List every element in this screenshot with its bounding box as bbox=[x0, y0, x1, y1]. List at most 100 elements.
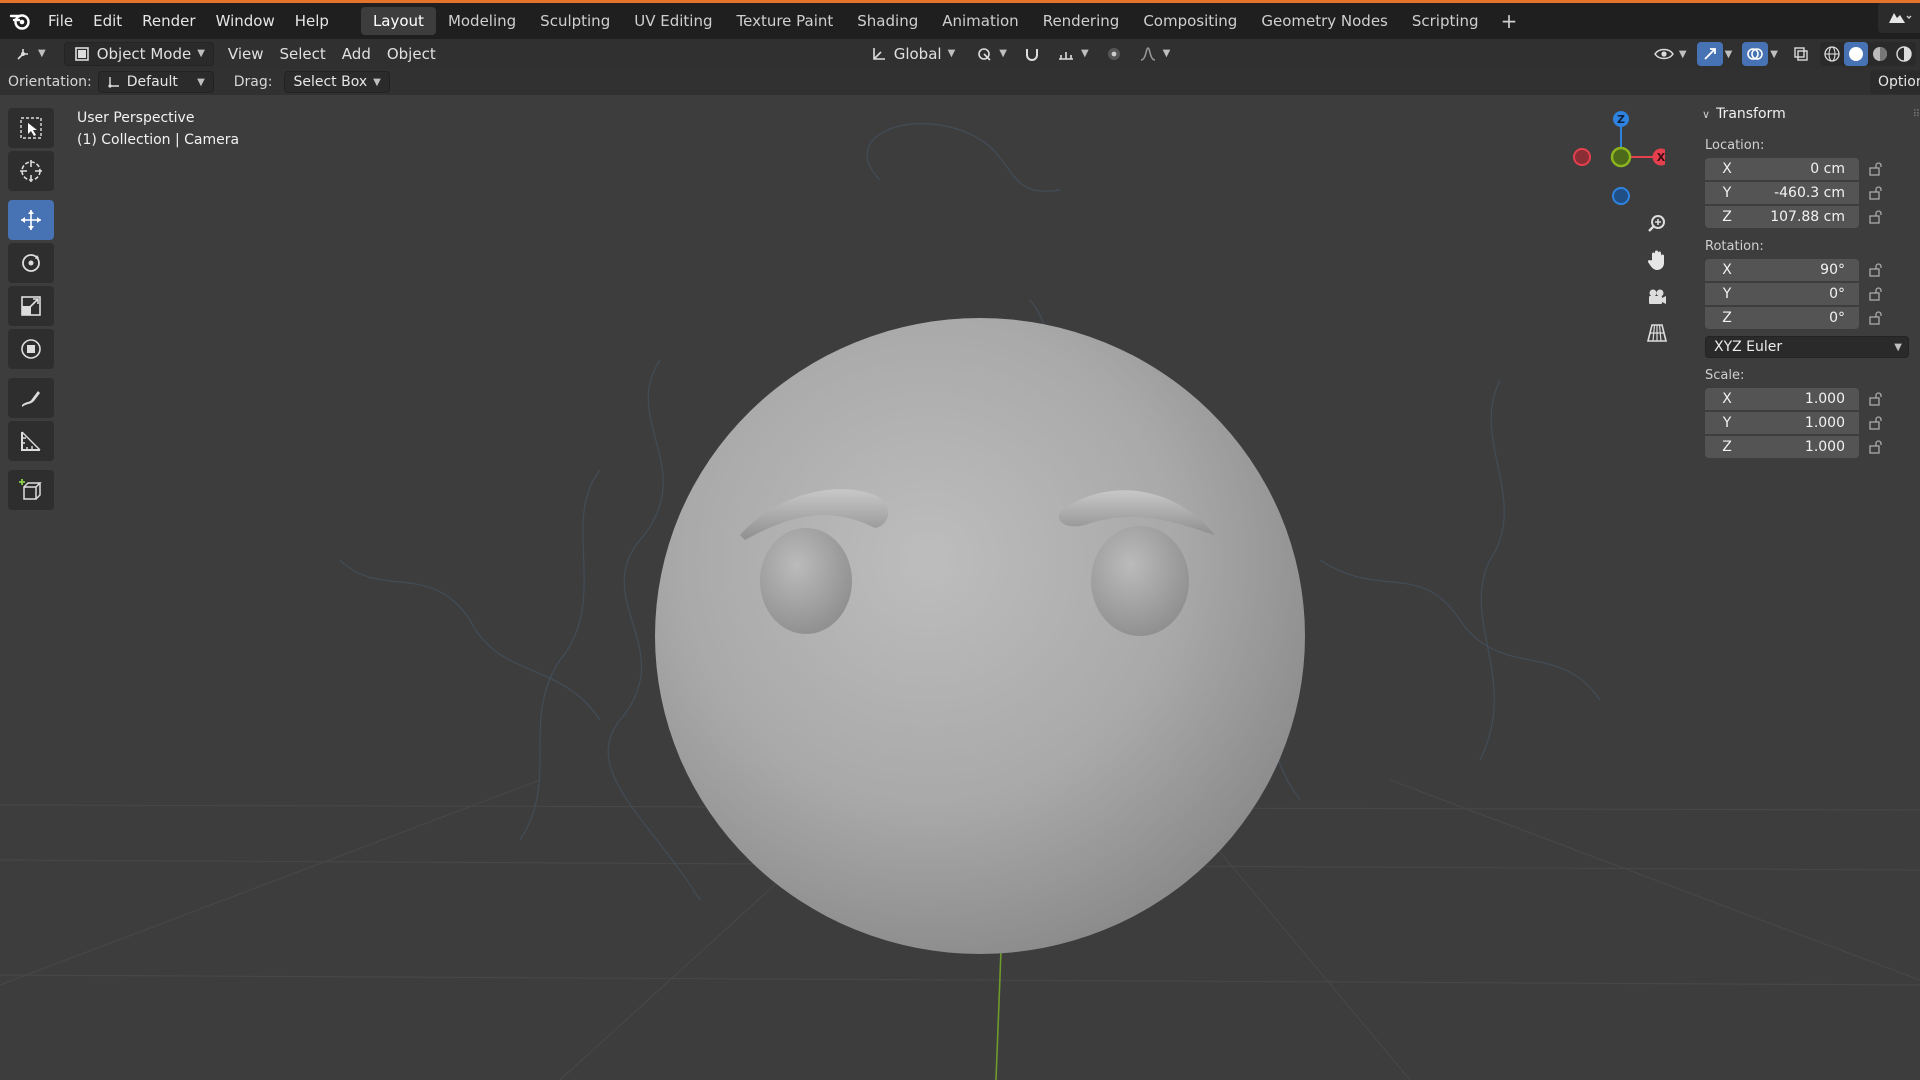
menu-render[interactable]: Render bbox=[132, 7, 205, 35]
snap-target-dropdown[interactable]: ▼ bbox=[1049, 42, 1097, 66]
pivot-point-button[interactable]: ▼ bbox=[967, 42, 1015, 66]
rotate-icon bbox=[22, 254, 40, 272]
chevron-down-icon[interactable]: ▼ bbox=[1770, 49, 1778, 60]
mode-label: Object Mode bbox=[96, 45, 192, 63]
lock-icon[interactable] bbox=[1859, 186, 1893, 200]
lock-icon[interactable] bbox=[1859, 263, 1893, 277]
overlays-icon[interactable] bbox=[1742, 42, 1769, 66]
cursor-tool[interactable] bbox=[8, 151, 54, 191]
orientation-axes-icon bbox=[872, 48, 885, 60]
rendered-shading-icon[interactable] bbox=[1892, 42, 1916, 66]
location-y-field[interactable]: Y -460.3 cm bbox=[1705, 182, 1859, 204]
tab-shading[interactable]: Shading bbox=[845, 7, 930, 35]
orientation-field-label: Orientation: bbox=[8, 74, 92, 90]
transform-orientation-dropdown[interactable]: Global ▼ bbox=[862, 42, 964, 66]
zoom-button[interactable] bbox=[1640, 209, 1674, 239]
move-tool[interactable] bbox=[8, 200, 54, 240]
tab-modeling[interactable]: Modeling bbox=[436, 7, 528, 35]
chevron-down-icon: ▼ bbox=[1162, 48, 1171, 59]
rotation-x-field[interactable]: X 90° bbox=[1705, 259, 1859, 281]
options-button[interactable]: Options bbox=[1870, 70, 1920, 94]
chevron-down-icon: ▼ bbox=[197, 48, 205, 59]
tab-geometry-nodes[interactable]: Geometry Nodes bbox=[1249, 7, 1400, 35]
visibility-eye-icon[interactable] bbox=[1651, 42, 1677, 66]
drag-handle-icon[interactable]: ⠿ bbox=[1913, 109, 1920, 120]
snap-toggle[interactable] bbox=[1015, 42, 1049, 66]
menu-file[interactable]: File bbox=[38, 7, 83, 35]
blender-logo-icon[interactable] bbox=[2, 3, 38, 39]
rotation-mode-dropdown[interactable]: XYZ Euler ▼ bbox=[1705, 336, 1909, 358]
chevron-down-icon: ▼ bbox=[38, 48, 46, 59]
lock-icon[interactable] bbox=[1859, 416, 1893, 430]
zoom-magnifier-icon bbox=[1648, 215, 1665, 232]
proportional-editing-toggle[interactable] bbox=[1097, 42, 1131, 66]
axis-label: Y bbox=[1722, 415, 1732, 431]
scale-y-field[interactable]: Y 1.000 bbox=[1705, 412, 1859, 434]
camera-icon bbox=[1649, 289, 1666, 304]
editor-type-button[interactable]: ▼ bbox=[6, 42, 54, 66]
select-box-tool[interactable] bbox=[8, 108, 54, 148]
tab-compositing[interactable]: Compositing bbox=[1131, 7, 1249, 35]
show-gizmo-icon[interactable] bbox=[1696, 42, 1723, 66]
transform-section-header[interactable]: ∨ Transform ⠿ bbox=[1696, 100, 1920, 128]
lock-icon[interactable] bbox=[1859, 440, 1893, 454]
tab-uv-editing[interactable]: UV Editing bbox=[622, 7, 724, 35]
tab-sculpting[interactable]: Sculpting bbox=[528, 7, 622, 35]
chevron-down-icon: ▼ bbox=[197, 76, 205, 88]
3d-viewport[interactable]: User Perspective (1) Collection | Camera bbox=[0, 95, 1920, 1080]
location-z-field[interactable]: Z 107.88 cm bbox=[1705, 206, 1859, 228]
tab-texture-paint[interactable]: Texture Paint bbox=[724, 7, 845, 35]
tab-layout[interactable]: Layout bbox=[360, 7, 436, 35]
menu-view[interactable]: View bbox=[220, 42, 272, 66]
lock-icon[interactable] bbox=[1859, 392, 1893, 406]
view-name: User Perspective bbox=[77, 110, 195, 126]
rotation-y-field[interactable]: Y 0° bbox=[1705, 283, 1859, 305]
scale-x-field[interactable]: X 1.000 bbox=[1705, 388, 1859, 410]
shading-mode-group bbox=[1820, 42, 1916, 66]
drag-dropdown[interactable]: Select Box ▼ bbox=[284, 71, 390, 93]
xray-toggle-icon[interactable] bbox=[1788, 42, 1814, 66]
lock-icon[interactable] bbox=[1859, 210, 1893, 224]
chevron-down-icon[interactable]: ▼ bbox=[1679, 49, 1687, 60]
scale-z-field[interactable]: Z 1.000 bbox=[1705, 436, 1859, 458]
field-value: -460.3 cm bbox=[1774, 185, 1845, 201]
navigation-gizmo[interactable]: Z X bbox=[1565, 108, 1670, 208]
rotate-tool[interactable] bbox=[8, 243, 54, 283]
menu-help[interactable]: Help bbox=[285, 7, 339, 35]
tab-rendering[interactable]: Rendering bbox=[1031, 7, 1132, 35]
gizmo-y-ball bbox=[1610, 146, 1632, 168]
lock-icon[interactable] bbox=[1859, 162, 1893, 176]
measure-tool[interactable] bbox=[8, 421, 54, 461]
perspective-toggle-button[interactable] bbox=[1640, 318, 1674, 348]
scene-selector-icon[interactable] bbox=[1878, 3, 1920, 33]
menu-select[interactable]: Select bbox=[272, 42, 334, 66]
add-workspace-button[interactable]: + bbox=[1491, 7, 1528, 35]
chevron-down-icon: ▼ bbox=[999, 48, 1007, 59]
menu-edit[interactable]: Edit bbox=[83, 7, 132, 35]
proportional-falloff-dropdown[interactable]: ▼ bbox=[1131, 42, 1179, 66]
tab-scripting[interactable]: Scripting bbox=[1400, 7, 1491, 35]
material-preview-icon[interactable] bbox=[1868, 42, 1892, 66]
wireframe-shading-icon[interactable] bbox=[1820, 42, 1844, 66]
orientation-dropdown[interactable]: Default ▼ bbox=[97, 71, 214, 93]
chevron-down-icon: ▼ bbox=[947, 48, 956, 59]
lock-icon[interactable] bbox=[1859, 311, 1893, 325]
ruler-icon bbox=[21, 431, 41, 451]
chevron-down-icon[interactable]: ▼ bbox=[1725, 49, 1733, 60]
location-x-field[interactable]: X 0 cm bbox=[1705, 158, 1859, 180]
chevron-down-icon: ▼ bbox=[1894, 341, 1902, 353]
menu-add[interactable]: Add bbox=[334, 42, 379, 66]
tab-animation[interactable]: Animation bbox=[930, 7, 1030, 35]
menu-object[interactable]: Object bbox=[379, 42, 444, 66]
transform-tool[interactable] bbox=[8, 329, 54, 369]
pan-button[interactable] bbox=[1640, 245, 1674, 275]
lock-icon[interactable] bbox=[1859, 287, 1893, 301]
scale-tool[interactable] bbox=[8, 286, 54, 326]
menu-window[interactable]: Window bbox=[206, 7, 285, 35]
camera-view-button[interactable] bbox=[1640, 282, 1674, 312]
annotate-tool[interactable] bbox=[8, 378, 54, 418]
solid-shading-icon[interactable] bbox=[1844, 42, 1868, 66]
rotation-z-field[interactable]: Z 0° bbox=[1705, 307, 1859, 329]
add-cube-tool[interactable] bbox=[8, 470, 54, 510]
mode-dropdown[interactable]: Object Mode ▼ bbox=[63, 42, 214, 66]
